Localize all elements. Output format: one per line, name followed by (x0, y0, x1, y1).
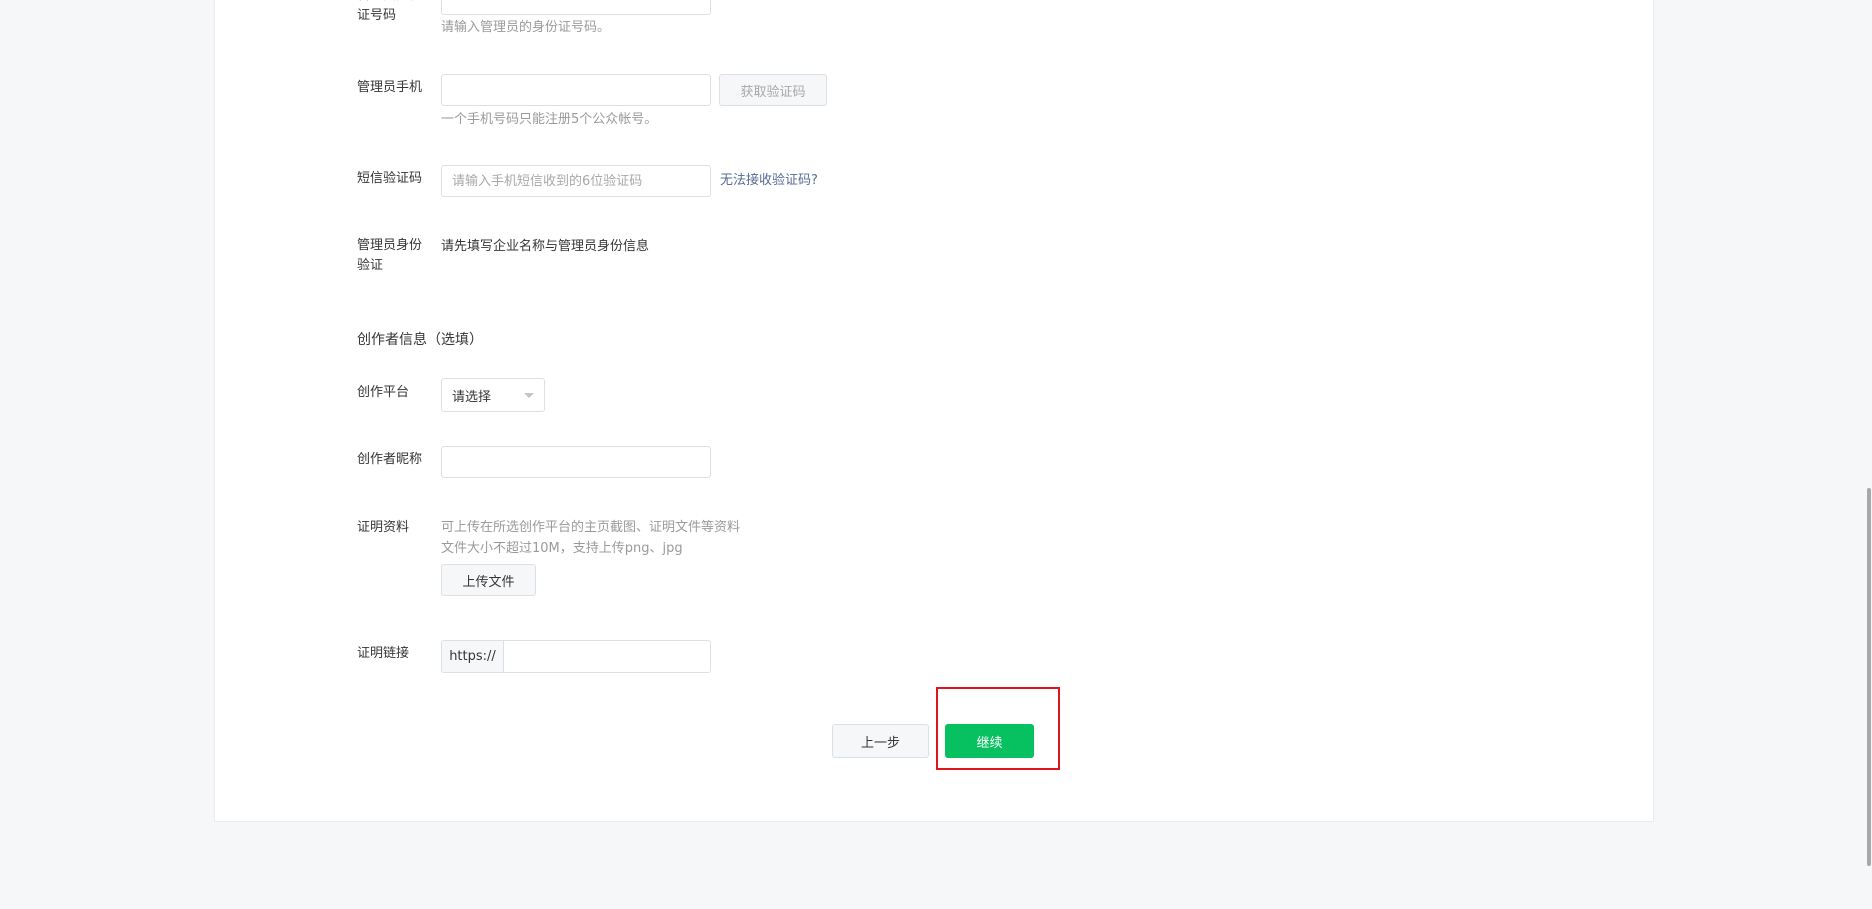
proof-material-hint-line1: 可上传在所选创作平台的主页截图、证明文件等资料 (441, 520, 741, 535)
creator-nickname-label: 创作者昵称 (357, 452, 423, 467)
scrollbar-thumb[interactable] (1867, 488, 1871, 866)
proof-link-label: 证明链接 (357, 646, 410, 661)
sms-code-label: 短信验证码 (357, 171, 423, 186)
creator-platform-select[interactable]: 请选择 (441, 378, 545, 412)
cannot-receive-code-link[interactable]: 无法接收验证码? (720, 171, 818, 191)
id-number-input[interactable] (441, 0, 711, 15)
prev-step-button[interactable]: 上一步 (832, 724, 929, 758)
proof-link-group: https:// (441, 640, 711, 673)
proof-material-label: 证明资料 (357, 520, 410, 535)
creator-nickname-input[interactable] (441, 446, 711, 478)
upload-file-button[interactable]: 上传文件 (441, 564, 536, 596)
chevron-down-icon (524, 393, 534, 398)
admin-phone-input[interactable] (441, 74, 711, 106)
proof-link-input[interactable] (504, 641, 710, 672)
creator-platform-selected: 请选择 (452, 389, 492, 405)
scrollbar-track[interactable] (1866, 0, 1872, 909)
admin-verify-text: 请先填写企业名称与管理员身份信息 (441, 239, 650, 254)
id-number-hint: 请输入管理员的身份证号码。 (441, 20, 611, 35)
sms-code-input[interactable] (441, 165, 711, 197)
admin-phone-label: 管理员手机 (357, 80, 423, 95)
page-viewport: 管理员身份证号码 请输入管理员的身份证号码。 管理员手机 获取验证码 一个手机号… (0, 0, 1872, 909)
creator-platform-label: 创作平台 (357, 385, 410, 400)
creator-section-title: 创作者信息（选填） (357, 332, 483, 348)
id-number-label: 管理员身份证号码 (357, 0, 422, 23)
proof-link-prefix: https:// (442, 641, 504, 672)
proof-material-hint-line2: 文件大小不超过10M，支持上传png、jpg (441, 541, 683, 556)
continue-button[interactable]: 继续 (945, 724, 1034, 758)
get-code-button[interactable]: 获取验证码 (719, 74, 827, 106)
admin-verify-label: 管理员身份验证 (357, 238, 423, 273)
admin-phone-hint: 一个手机号码只能注册5个公众帐号。 (441, 112, 658, 127)
form-card (214, 0, 1654, 822)
